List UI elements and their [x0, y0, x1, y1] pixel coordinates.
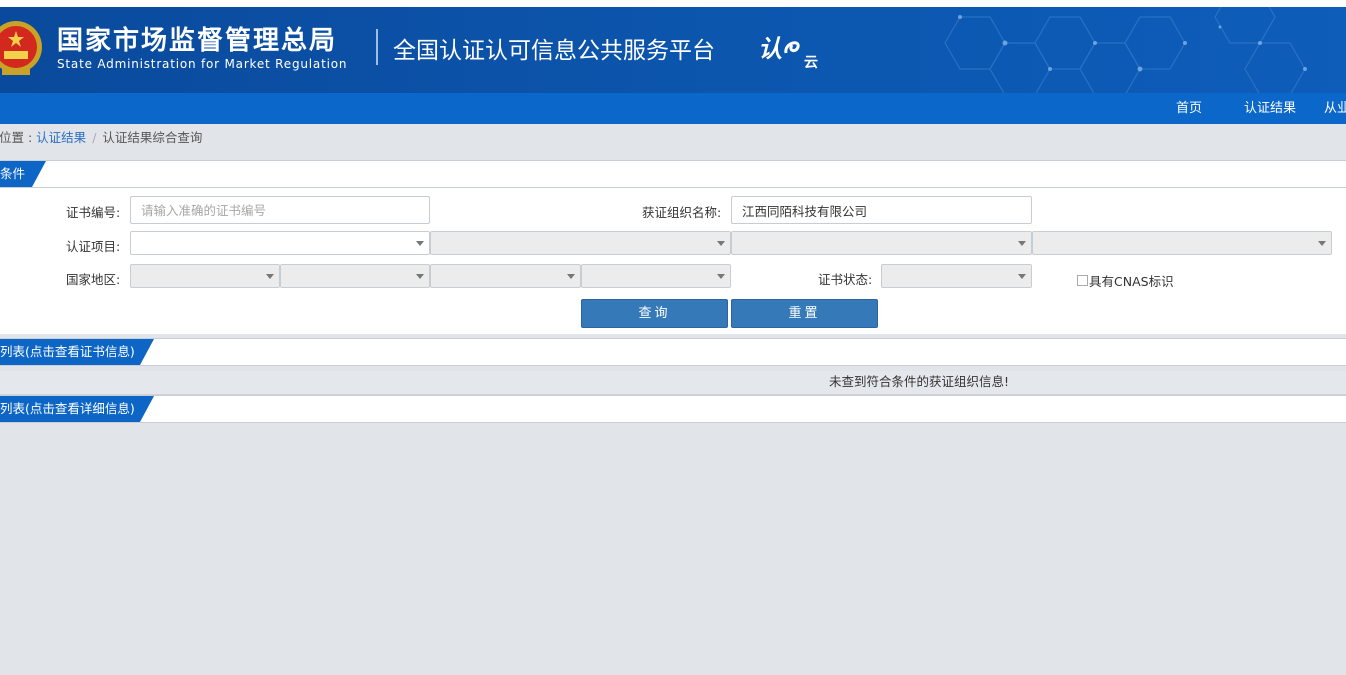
top-strip [0, 0, 1346, 7]
cert-no-input[interactable] [130, 196, 430, 224]
banner-divider [376, 29, 378, 65]
region-select-4[interactable] [581, 264, 731, 288]
agency-name-cn: 国家市场监督管理总局 [57, 26, 338, 56]
search-conditions-header: 条件 [0, 160, 1346, 188]
chevron-down-icon [1018, 274, 1026, 279]
detail-list-title: 列表(点击查看详细信息) [0, 396, 154, 422]
nav-item-practitioners[interactable]: 从业 [1324, 93, 1346, 124]
header-banner: 国家市场监督管理总局 State Administration for Mark… [0, 7, 1346, 93]
cert-no-label: 证书编号: [66, 205, 121, 220]
national-emblem-icon [0, 21, 42, 75]
nav-item-cert-results[interactable]: 认证结果 [1244, 93, 1296, 124]
cert-project-select-2[interactable] [430, 231, 731, 255]
cert-status-select[interactable] [881, 264, 1032, 288]
cloud-logo-swirl-icon [784, 41, 800, 54]
region-select-3[interactable] [430, 264, 581, 288]
region-select-2[interactable] [280, 264, 430, 288]
platform-title: 全国认证认可信息公共服务平台 [393, 38, 715, 64]
breadcrumb-link-cert-results[interactable]: 认证结果 [36, 130, 86, 145]
breadcrumb: 位置 : 认证结果 / 认证结果综合查询 [0, 129, 202, 147]
agency-name-en: State Administration for Market Regulati… [57, 57, 348, 71]
cnas-checkbox[interactable] [1077, 275, 1088, 286]
cert-project-label: 认证项目: [66, 239, 121, 254]
cnas-checkbox-label: 具有CNAS标识 [1089, 274, 1174, 289]
region-select-1[interactable] [130, 264, 280, 288]
hexagon-network-decoration [944, 7, 1307, 93]
cnas-checkbox-option[interactable]: 具有CNAS标识 [1077, 271, 1174, 290]
org-list-title: 列表(点击查看证书信息) [0, 339, 154, 365]
chevron-down-icon [567, 274, 575, 279]
breadcrumb-prefix: 位置 : [0, 130, 37, 145]
empty-result-row: 未查到符合条件的获证组织信息! [0, 371, 1346, 395]
nav-item-home[interactable]: 首页 [1176, 93, 1202, 124]
chevron-down-icon [717, 241, 725, 246]
region-label: 国家地区: [66, 272, 121, 287]
org-name-label: 获证组织名称: [642, 205, 722, 220]
breadcrumb-current: 认证结果综合查询 [102, 130, 203, 145]
detail-list-header: 列表(点击查看详细信息) [0, 395, 1346, 423]
reset-button[interactable]: 重置 [731, 299, 878, 328]
chevron-down-icon [266, 274, 274, 279]
chevron-down-icon [1318, 241, 1326, 246]
cloud-logo-sub: 云 [804, 55, 818, 71]
cert-project-select-3[interactable] [731, 231, 1032, 255]
empty-result-message: 未查到符合条件的获证组织信息! [829, 374, 1010, 389]
org-name-input[interactable] [731, 196, 1032, 224]
chevron-down-icon [717, 274, 725, 279]
chevron-down-icon [416, 241, 424, 246]
search-conditions-title: 条件 [0, 161, 46, 187]
query-button[interactable]: 查询 [581, 299, 728, 328]
cloud-logo: 认云 [758, 29, 818, 71]
cert-project-select-4[interactable] [1032, 231, 1332, 255]
cert-status-label: 证书状态: [818, 272, 873, 287]
chevron-down-icon [416, 274, 424, 279]
cert-project-select-1[interactable] [130, 231, 430, 255]
main-nav: 首页 认证结果 从业 [0, 93, 1346, 124]
org-list-header: 列表(点击查看证书信息) [0, 338, 1346, 366]
breadcrumb-separator: / [92, 130, 97, 145]
cloud-logo-main: 认 [758, 35, 782, 63]
chevron-down-icon [1018, 241, 1026, 246]
